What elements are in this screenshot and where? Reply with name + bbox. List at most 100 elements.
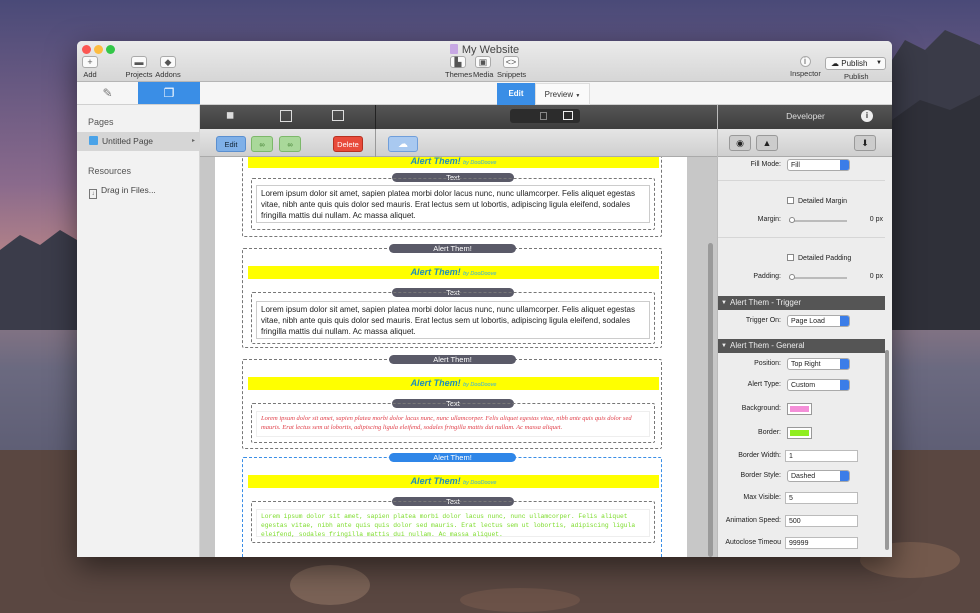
themes-icon: ▙ — [450, 56, 466, 68]
max-visible-label: Max Visible: — [743, 494, 781, 501]
text-content: Lorem ipsum dolor sit amet, sapien plate… — [256, 509, 650, 538]
alert-label-pill: Alert Them! — [389, 453, 516, 462]
detailed-margin-checkbox[interactable]: Detailed Margin — [787, 195, 847, 209]
autoclose-input[interactable]: 99999 — [785, 537, 858, 549]
top-tab-row: ✎ ❐ Edit Preview ▼ — [77, 82, 892, 105]
lock-icon[interactable]: ▲ — [756, 135, 778, 151]
autoclose-label: Autoclose Timeou — [725, 539, 781, 546]
media-icon: ▣ — [475, 56, 491, 68]
text-block[interactable]: Lorem ipsum dolor sit amet, sapien plate… — [251, 403, 655, 443]
image-icon[interactable] — [332, 110, 344, 121]
download-icon: ↓ — [89, 189, 97, 199]
trigger-on-select[interactable]: Page Load — [787, 315, 850, 327]
trigger-section-header[interactable]: ▼ Alert Them - Trigger — [718, 296, 885, 310]
publish-dropdown[interactable]: ☁ Publish ▼ — [825, 57, 886, 70]
position-label: Position: — [754, 360, 781, 367]
text-content: Lorem ipsum dolor sit amet, sapien plate… — [256, 185, 650, 223]
drag-in-files-item[interactable]: ↓ Drag in Files... — [77, 181, 199, 200]
stack-toolbar: ◼ — [200, 105, 717, 129]
animation-speed-label: Animation Speed: — [725, 517, 781, 524]
stack-icon[interactable]: ⬇ — [854, 135, 876, 151]
pages-icon: ❐ — [163, 86, 175, 100]
document-icon — [449, 44, 458, 54]
sidebar-item-untitled-page[interactable]: Untitled Page ▸ — [77, 132, 199, 151]
chevron-down-icon: ▼ — [876, 60, 882, 66]
border-width-label: Border Width: — [738, 452, 781, 459]
chevron-updown-icon — [840, 316, 849, 326]
border-width-input[interactable]: 1 — [785, 450, 858, 462]
fill-mode-select[interactable]: Fill — [787, 159, 850, 171]
tools-tab[interactable]: ✎ — [77, 82, 138, 104]
padding-slider[interactable] — [789, 274, 847, 280]
add-button[interactable]: + Add — [80, 56, 100, 79]
animation-speed-input[interactable]: 500 — [785, 515, 858, 527]
alert-block[interactable]: Alert Them! by DooDoove Text Lorem ipsum… — [242, 157, 662, 237]
link-icon[interactable]: ∞ — [251, 136, 273, 152]
edit-toolbar: Edit ∞ ∞ Delete ☁ — [200, 129, 717, 157]
alert-bar: Alert Them! by DooDoove — [248, 377, 659, 390]
padding-value: 0 px — [869, 273, 883, 280]
general-section-header[interactable]: ▼ Alert Them - General — [718, 339, 885, 353]
cube-icon[interactable]: ◼ — [226, 110, 238, 122]
addons-button[interactable]: ◆ Addons — [155, 56, 181, 79]
position-select[interactable]: Top Right — [787, 358, 850, 370]
cloud-icon[interactable]: ☁ — [388, 136, 418, 152]
text-block[interactable]: Lorem ipsum dolor sit amet, sapien plate… — [251, 501, 655, 543]
background-color-well[interactable] — [787, 403, 812, 415]
chevron-updown-icon — [840, 359, 849, 369]
border-style-label: Border Style: — [740, 472, 781, 479]
resources-heading: Resources — [88, 166, 132, 176]
alert-label-pill: Alert Them! — [389, 244, 516, 253]
wrench-icon: ✎ — [102, 86, 113, 100]
unlink-icon[interactable]: ∞ — [279, 136, 301, 152]
edit-button[interactable]: Edit — [216, 136, 246, 152]
eye-icon[interactable]: ◉ — [729, 135, 751, 151]
trigger-on-label: Trigger On: — [745, 317, 781, 324]
text-content: Lorem ipsum dolor sit amet, sapien plate… — [256, 411, 650, 437]
tablet-icon[interactable] — [540, 112, 547, 120]
inspector-button[interactable]: i Inspector — [790, 56, 821, 78]
delete-button[interactable]: Delete — [333, 136, 363, 152]
alert-bar: Alert Them! by DooDoove — [248, 157, 659, 168]
preview-mode-tab[interactable]: Preview ▼ — [535, 83, 590, 105]
inspector-toolbar: ◉ ▲ ⬇ — [718, 129, 892, 157]
alert-type-select[interactable]: Custom — [787, 379, 850, 391]
margin-slider[interactable] — [789, 217, 847, 223]
chevron-down-icon: ▼ — [575, 93, 581, 99]
alert-label-pill: Alert Them! — [389, 355, 516, 364]
layout-icon[interactable] — [280, 110, 292, 122]
projects-button[interactable]: ▬ Projects — [125, 56, 153, 79]
themes-button[interactable]: ▙ Themes — [445, 56, 472, 79]
info-icon[interactable]: i — [861, 110, 873, 122]
window-title: My Website — [77, 44, 892, 56]
desktop-icon[interactable] — [563, 111, 573, 120]
alert-type-label: Alert Type: — [747, 381, 781, 388]
inspector-scrollbar[interactable] — [885, 350, 889, 550]
media-button[interactable]: ▣ Media — [473, 56, 493, 79]
detailed-padding-checkbox[interactable]: Detailed Padding — [787, 252, 851, 266]
max-visible-input[interactable]: 5 — [785, 492, 858, 504]
alert-block-selected[interactable]: Alert Them! Alert Them! by DooDoove Text… — [242, 453, 662, 557]
text-block[interactable]: Lorem ipsum dolor sit amet, sapien plate… — [251, 178, 655, 230]
border-color-well[interactable] — [787, 427, 812, 439]
editor-area: ◼ Edit ∞ ∞ Delete ☁ Alert Them! by DooDo… — [200, 105, 717, 557]
chevron-updown-icon — [840, 160, 849, 170]
text-block[interactable]: Lorem ipsum dolor sit amet, sapien plate… — [251, 292, 655, 344]
alert-block[interactable]: Alert Them! Alert Them! by DooDoove Text… — [242, 244, 662, 348]
triangle-down-icon: ▼ — [721, 300, 727, 306]
pages-tab[interactable]: ❐ — [138, 82, 200, 104]
alert-block[interactable]: Alert Them! Alert Them! by DooDoove Text… — [242, 355, 662, 449]
chevron-updown-icon — [840, 380, 849, 390]
border-style-select[interactable]: Dashed — [787, 470, 850, 482]
margin-label: Margin: — [757, 216, 781, 223]
device-switcher[interactable] — [510, 109, 580, 123]
editor-scrollbar[interactable] — [708, 243, 713, 557]
snippets-icon: <> — [503, 56, 519, 68]
snippets-button[interactable]: <> Snippets — [497, 56, 526, 79]
arrow-right-icon: ▸ — [191, 138, 195, 144]
chevron-updown-icon — [840, 471, 849, 481]
background-swatch — [790, 406, 809, 412]
text-content: Lorem ipsum dolor sit amet, sapien plate… — [256, 301, 650, 339]
edit-mode-tab[interactable]: Edit — [497, 83, 535, 105]
triangle-down-icon: ▼ — [721, 343, 727, 349]
